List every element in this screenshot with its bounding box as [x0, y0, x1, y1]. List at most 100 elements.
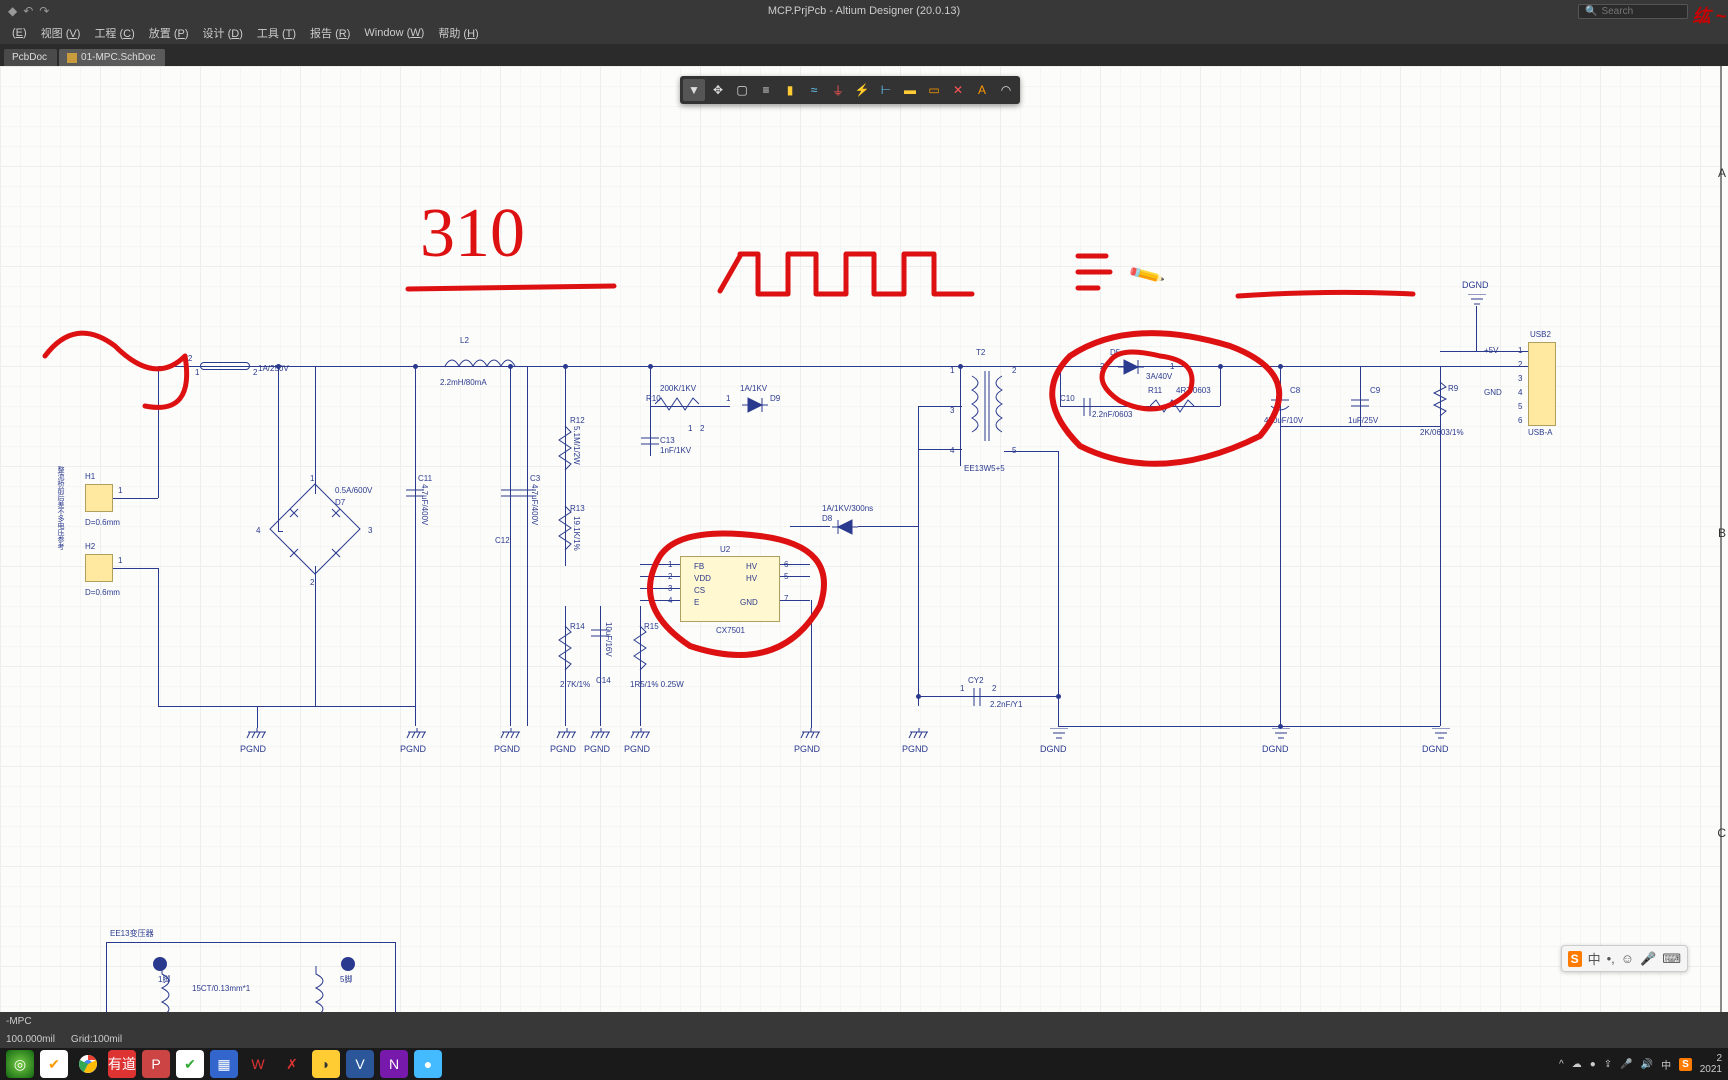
tool-net[interactable]: ⊢	[875, 79, 897, 101]
resistor[interactable]	[1150, 398, 1200, 414]
tool-bus[interactable]: ▬	[899, 79, 921, 101]
tool-power[interactable]: ⚡	[851, 79, 873, 101]
resistor[interactable]	[557, 626, 573, 676]
tool-port[interactable]: ▭	[923, 79, 945, 101]
menu-window[interactable]: Window (W)	[358, 25, 430, 41]
taskbar-altium-icon[interactable]: ◗	[312, 1050, 340, 1078]
redo-icon[interactable]: ↷	[39, 4, 49, 18]
resistor[interactable]	[655, 396, 705, 412]
tab-pcbdoc[interactable]: PcbDoc	[4, 49, 57, 66]
capacitor[interactable]	[501, 486, 519, 502]
tray-app-icon[interactable]: ●	[1590, 1059, 1596, 1070]
label: 2	[1518, 360, 1522, 369]
undo-icon[interactable]: ↶	[23, 4, 33, 18]
ime-lang[interactable]: 中	[1588, 949, 1601, 968]
label: 7	[784, 594, 788, 603]
wire	[640, 576, 680, 577]
capacitor[interactable]	[1351, 396, 1369, 412]
menu-tools[interactable]: 工具 (T)	[251, 23, 302, 43]
label: 2	[310, 578, 314, 587]
tray-mic-icon[interactable]: 🎤	[1620, 1059, 1632, 1070]
taskbar-app-8[interactable]: ✗	[278, 1050, 306, 1078]
menu-reports[interactable]: 报告 (R)	[304, 23, 356, 43]
taskbar-app-1[interactable]: ✔	[40, 1050, 68, 1078]
tool-noerc[interactable]: ✕	[947, 79, 969, 101]
taskbar-app-12[interactable]: ●	[414, 1050, 442, 1078]
label: R10	[646, 394, 661, 403]
tab-schdoc[interactable]: 01-MPC.SchDoc	[59, 49, 165, 66]
tray-sogou-icon[interactable]: S	[1679, 1058, 1692, 1071]
clock-date: 2021	[1700, 1064, 1722, 1075]
diode[interactable]	[830, 518, 860, 536]
label: D9	[770, 394, 780, 403]
wire	[918, 406, 919, 706]
tool-filter[interactable]: ▼	[683, 79, 705, 101]
label: R13	[570, 504, 585, 513]
ime-toolbar[interactable]: S 中 •, ☺ 🎤 ⌨	[1561, 945, 1688, 972]
label: USB2	[1530, 330, 1551, 339]
tool-component[interactable]: ▮	[779, 79, 801, 101]
tool-align[interactable]: ≡	[755, 79, 777, 101]
menu-design[interactable]: 设计 (D)	[197, 23, 249, 43]
resistor[interactable]	[557, 426, 573, 476]
taskbar-chrome-icon[interactable]	[74, 1050, 102, 1078]
taskbar-ppt-icon[interactable]: P	[142, 1050, 170, 1078]
wire	[1440, 426, 1441, 726]
wire	[257, 706, 258, 728]
tray-cloud-icon[interactable]: ☁	[1572, 1059, 1582, 1070]
tray-clock[interactable]: 2 2021	[1700, 1053, 1722, 1075]
document-tabs: PcbDoc 01-MPC.SchDoc	[0, 44, 1728, 66]
system-tray[interactable]: ^ ☁ ● ⇪ 🎤 🔊 中 S 2 2021	[1559, 1053, 1722, 1075]
tray-ime[interactable]: 中	[1661, 1057, 1671, 1072]
zone-b: B	[1718, 526, 1726, 540]
taskbar-app-5[interactable]: ✔	[176, 1050, 204, 1078]
usb-connector[interactable]	[1528, 342, 1556, 426]
menu-project[interactable]: 工程 (C)	[88, 23, 140, 43]
pad-h2[interactable]	[85, 554, 113, 582]
search-box[interactable]: 🔍	[1578, 4, 1688, 19]
resistor[interactable]	[557, 506, 573, 556]
label: DGND	[1462, 280, 1489, 290]
tool-move[interactable]: ✥	[707, 79, 729, 101]
ime-keyboard-icon[interactable]: ⌨	[1662, 951, 1681, 967]
diode[interactable]	[740, 396, 770, 414]
menu-help[interactable]: 帮助 (H)	[432, 23, 484, 43]
fuse[interactable]	[200, 362, 250, 370]
tray-usb-icon[interactable]: ⇪	[1604, 1059, 1612, 1070]
wire	[1476, 306, 1477, 351]
menu-file[interactable]: (E)	[6, 25, 33, 41]
capacitor[interactable]	[1271, 396, 1289, 412]
taskbar-onenote-icon[interactable]: N	[380, 1050, 408, 1078]
pad-h1[interactable]	[85, 484, 113, 512]
label: 10uF/16V	[604, 622, 613, 657]
taskbar-wps-icon[interactable]: W	[244, 1050, 272, 1078]
tool-text[interactable]: A	[971, 79, 993, 101]
sogou-icon[interactable]: S	[1568, 951, 1582, 967]
tool-wire[interactable]: ≈	[803, 79, 825, 101]
search-input[interactable]	[1601, 6, 1671, 17]
label: CY2	[968, 676, 984, 685]
capacitor-y[interactable]	[970, 688, 986, 706]
ime-mic-icon[interactable]: 🎤	[1640, 951, 1656, 967]
diode-d5[interactable]	[1116, 358, 1146, 376]
tray-volume-icon[interactable]: 🔊	[1641, 1059, 1653, 1070]
pgnd-symbol	[800, 728, 822, 742]
tray-chevron-icon[interactable]: ^	[1559, 1059, 1564, 1070]
wire	[1058, 726, 1440, 727]
tool-select[interactable]: ▢	[731, 79, 753, 101]
taskbar-app-6[interactable]: ▦	[210, 1050, 238, 1078]
taskbar-visio-icon[interactable]: V	[346, 1050, 374, 1078]
menu-place[interactable]: 放置 (P)	[143, 23, 195, 43]
ime-emoji-icon[interactable]: ☺	[1621, 951, 1634, 966]
taskbar-youdao-icon[interactable]: 有道	[108, 1050, 136, 1078]
label: 1	[688, 424, 692, 433]
capacitor[interactable]	[641, 434, 659, 450]
label: PGND	[240, 744, 266, 754]
resistor[interactable]	[632, 626, 648, 676]
resistor[interactable]	[1432, 382, 1448, 422]
tool-gnd[interactable]: ⏚	[827, 79, 849, 101]
menu-view[interactable]: 视图 (V)	[35, 23, 87, 43]
start-button[interactable]: ◎	[6, 1050, 34, 1078]
tool-arc[interactable]: ◠	[995, 79, 1017, 101]
ime-punct[interactable]: •,	[1607, 951, 1615, 966]
